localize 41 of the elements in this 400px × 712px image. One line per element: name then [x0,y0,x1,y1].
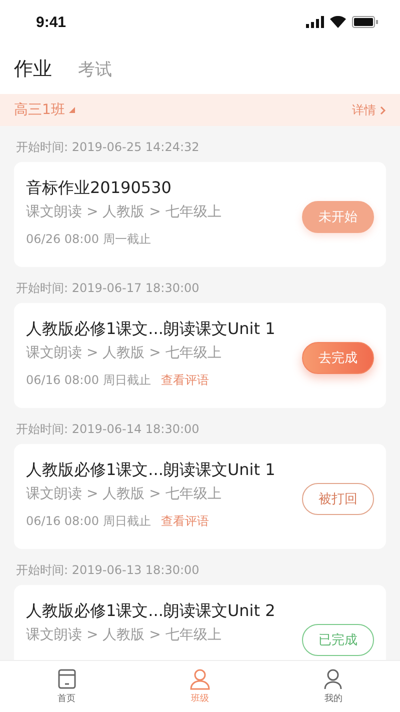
deadline: 06/16 08:00 周日截止 [26,513,151,530]
status-button[interactable]: 已完成 [302,624,374,656]
person-icon [322,668,344,690]
status-button[interactable]: 去完成 [302,342,374,374]
start-time: 开始时间: 2019-06-13 18:30:00 [16,562,200,579]
nav-item[interactable]: 班级 [133,661,267,712]
assignment-path: 课文朗读 > 人教版 > 七年级上 [26,203,222,221]
assignment-path: 课文朗读 > 人教版 > 七年级上 [26,626,222,644]
caret-icon [68,107,75,113]
class-dropdown[interactable]: 高三1班 [14,101,75,119]
assignment-card[interactable]: 人教版必修1课文...朗读课文Unit 1 课文朗读 > 人教版 > 七年级上 06/16 08:00 周日截止 查看评语 被打回 [14,444,386,549]
assignment-title: 人教版必修1课文...朗读课文Unit 1 [26,460,276,481]
assignment-path: 课文朗读 > 人教版 > 七年级上 [26,485,222,503]
assignment-card[interactable]: 人教版必修1课文...朗读课文Unit 1 课文朗读 > 人教版 > 七年级上 06/16 08:00 周日截止 查看评语 去完成 [14,303,386,408]
tab[interactable]: 作业 [14,56,52,82]
person-icon [188,668,211,690]
chevron-right-icon [380,106,386,114]
start-time: 开始时间: 2019-06-14 18:30:00 [16,421,200,438]
assignment-card[interactable]: 人教版必修1课文...朗读课文Unit 2 课文朗读 > 人教版 > 七年级上 已完成 [14,585,386,660]
start-time: 开始时间: 2019-06-17 18:30:00 [16,280,200,297]
view-comments-link[interactable]: 查看评语 [160,372,209,389]
status-button[interactable]: 被打回 [302,482,374,514]
assignment-card[interactable]: 音标作业20190530 课文朗读 > 人教版 > 七年级上 06/26 08:00 周一截止 未开始 [14,162,386,267]
deadline: 06/26 08:00 周一截止 [26,231,151,248]
status-button[interactable]: 未开始 [302,200,374,232]
status-time: 9:41 [36,14,66,30]
assignment-title: 音标作业20190530 [26,178,172,199]
assignment-title: 人教版必修1课文...朗读课文Unit 2 [26,601,276,622]
details-link[interactable]: 详情 [352,102,386,118]
signal-icon [306,16,324,28]
assignment-path: 课文朗读 > 人教版 > 七年级上 [26,344,222,362]
battery-icon [352,16,378,28]
view-comments-link[interactable]: 查看评语 [160,513,209,530]
assignment-title: 人教版必修1课文...朗读课文Unit 1 [26,319,276,340]
nav-item[interactable]: 首页 [0,661,134,712]
box-icon [56,668,78,690]
tab[interactable]: 考试 [78,58,112,80]
deadline: 06/16 08:00 周日截止 [26,372,151,389]
start-time: 开始时间: 2019-06-25 14:24:32 [16,139,200,156]
nav-item[interactable]: 我的 [266,661,400,712]
wifi-icon [330,16,346,28]
